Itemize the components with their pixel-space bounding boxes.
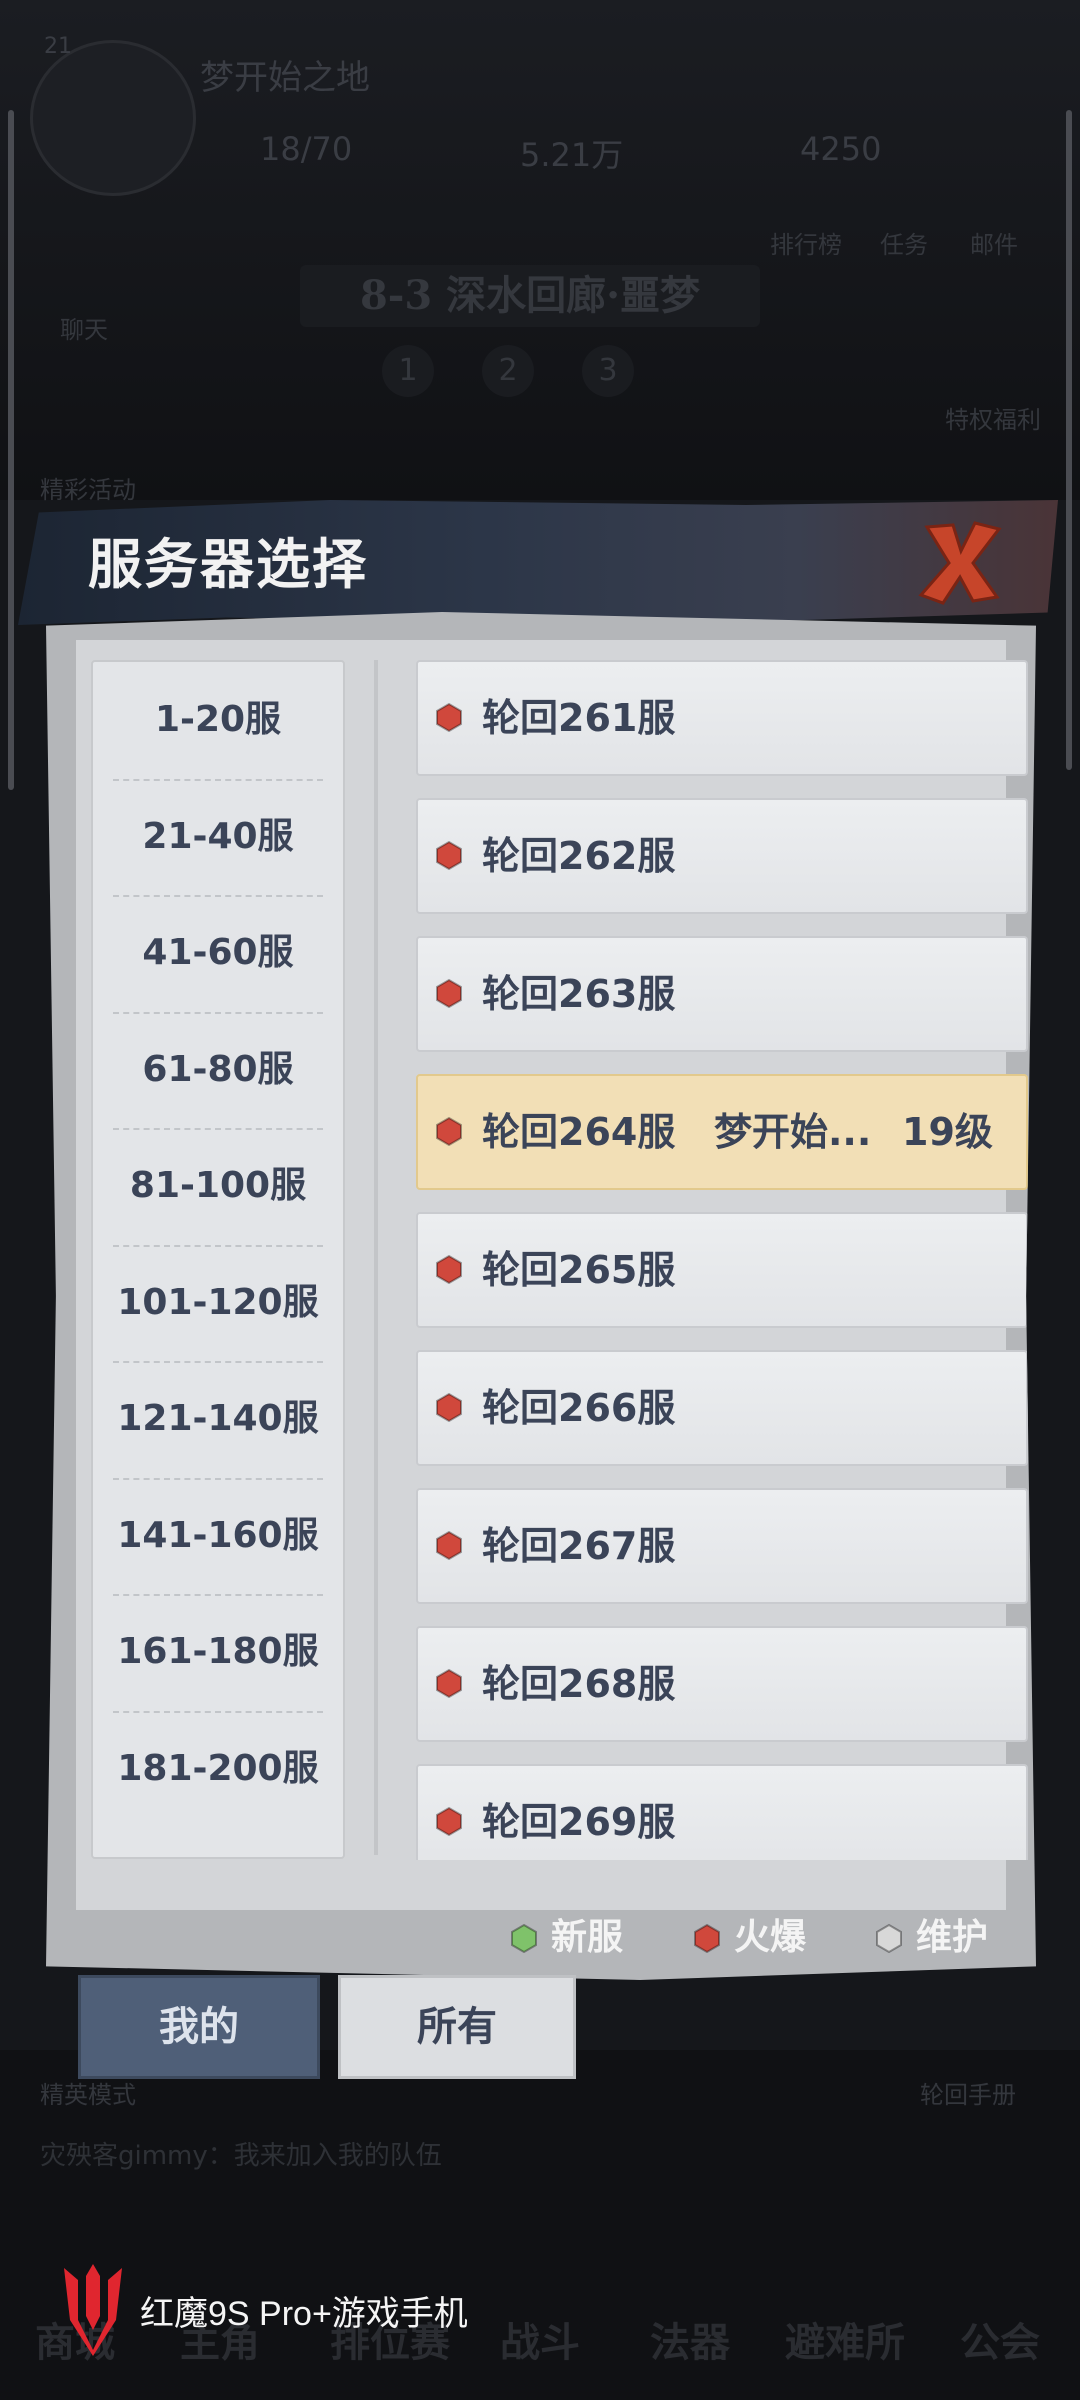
server-item[interactable]: 轮回266服 [416,1350,1028,1466]
server-character-level: 19级 [902,1110,993,1154]
server-status-hot-icon [436,1530,462,1560]
close-icon [918,521,1002,605]
gem-value: 4250 [800,130,882,168]
legend-new-icon [511,1923,537,1953]
server-status-hot-icon [436,1116,462,1146]
server-status-hot-icon [436,1668,462,1698]
task-label: 任务 [880,231,928,259]
server-status-hot-icon [436,840,462,870]
server-range-item[interactable]: 161-180服 [93,1594,343,1710]
player-name: 梦开始之地 [200,58,370,98]
player-level: 21 [44,34,72,59]
server-list: 轮回261服 轮回262服 轮回263服 轮回264服 梦开始... 19级 轮回265服轮… [416,660,1036,1860]
legend-maintenance-icon [876,1923,902,1953]
server-name: 轮回261服 [482,696,676,740]
server-name: 轮回268服 [482,1662,676,1706]
right-scroll-indicator [1066,110,1072,770]
server-range-item[interactable]: 61-80服 [93,1012,343,1128]
stage-step-2: 2 [482,345,534,397]
handbook-label: 轮回手册 [920,2081,1016,2109]
watermark-text: 红魔9S Pro+游戏手机 [140,2295,468,2333]
server-name: 轮回266服 [482,1386,676,1430]
server-range-item[interactable]: 121-140服 [93,1361,343,1477]
server-item-current[interactable]: 轮回264服 梦开始... 19级 [416,1074,1028,1190]
stage-step-1: 1 [382,345,434,397]
red-magic-logo-icon [64,2264,122,2356]
nav-artifact: 法器 [650,2319,730,2366]
nav-shelter: 避难所 [785,2319,905,2366]
server-item[interactable]: 轮回262服 [416,798,1028,914]
server-range-item[interactable]: 1-20服 [93,662,343,778]
ranking-label: 排行榜 [770,231,842,259]
server-item[interactable]: 轮回261服 [416,660,1028,776]
left-scroll-indicator [8,110,14,790]
server-item[interactable]: 轮回267服 [416,1488,1028,1604]
mode-label: 精英模式 [40,2081,136,2109]
server-name: 轮回267服 [482,1524,676,1568]
server-status-hot-icon [436,1254,462,1284]
server-status-hot-icon [436,702,462,732]
mail-label: 邮件 [970,231,1018,259]
server-name: 轮回263服 [482,972,676,1016]
stage-step-3: 3 [582,345,634,397]
legend-maintenance: 维护 [876,1908,989,1968]
server-item[interactable]: 轮回263服 [416,936,1028,1052]
legend-new: 新服 [511,1908,624,1968]
server-item[interactable]: 轮回265服 [416,1212,1028,1328]
close-button[interactable] [913,515,1008,610]
column-divider [374,660,378,1855]
legend-label: 维护 [916,1917,989,1958]
server-status-hot-icon [436,978,462,1008]
chat-line: 灾殃客gimmy：我来加入我的队伍 [40,2141,442,2171]
status-legend: 新服 火爆 维护 [46,1908,1036,1968]
server-status-hot-icon [436,1392,462,1422]
gold-value: 5.21万 [520,136,624,174]
server-item[interactable]: 轮回268服 [416,1626,1028,1742]
legend-hot: 火爆 [694,1908,807,1968]
server-item[interactable]: 轮回269服 [416,1764,1028,1860]
server-name: 轮回262服 [482,834,676,878]
server-range-item[interactable]: 181-200服 [93,1711,343,1827]
tab-all[interactable]: 所有 [338,1975,576,2079]
server-range-list: 1-20服 21-40服 41-60服 61-80服 81-100服 101-120服 12… [91,660,345,1859]
legend-label: 新服 [551,1917,624,1958]
nav-guild: 公会 [960,2319,1040,2366]
server-name: 轮回265服 [482,1248,676,1292]
server-range-item[interactable]: 81-100服 [93,1128,343,1244]
server-name: 轮回264服 [482,1110,676,1154]
legend-label: 火爆 [734,1917,807,1958]
server-range-item[interactable]: 41-60服 [93,895,343,1011]
device-watermark: 红魔9S Pro+游戏手机 [60,2260,660,2360]
tab-mine[interactable]: 我的 [78,1975,320,2079]
privilege-side-label: 特权福利 [945,406,1041,434]
server-status-hot-icon [436,1806,462,1836]
server-name: 轮回269服 [482,1800,676,1844]
energy-value: 18/70 [260,130,353,168]
dialog-body: 1-20服 21-40服 41-60服 61-80服 81-100服 101-120服 12… [46,612,1036,1980]
stage-title: 8-3 深水回廊·噩梦 [300,265,760,327]
server-range-item[interactable]: 21-40服 [93,779,343,895]
server-select-dialog: 服务器选择 1-20服 21-40服 41-60服 61-80服 81-100服 101-… [18,500,1058,1980]
dialog-title: 服务器选择 [88,532,368,596]
server-range-item[interactable]: 141-160服 [93,1478,343,1594]
server-range-item[interactable]: 101-120服 [93,1245,343,1361]
chat-side-label: 聊天 [60,316,108,344]
server-character-name: 梦开始... [714,1110,872,1154]
avatar [30,40,196,196]
legend-hot-icon [694,1923,720,1953]
